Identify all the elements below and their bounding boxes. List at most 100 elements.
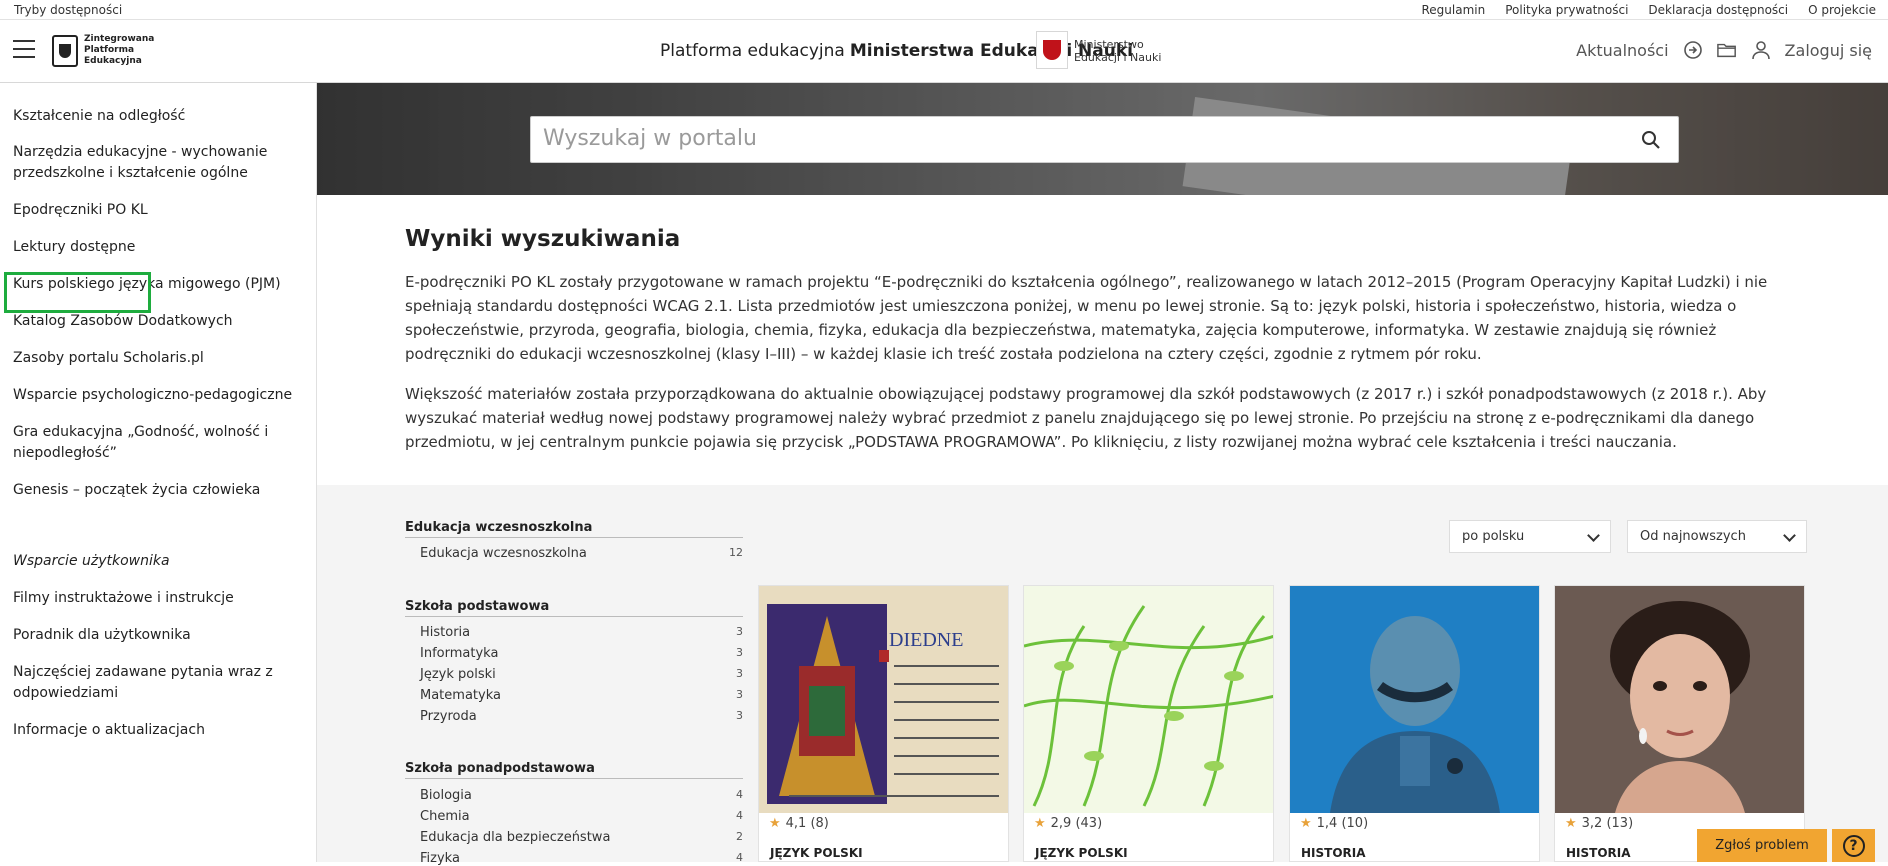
sidebar-item-tutorials[interactable]: Filmy instruktażowe i instrukcje	[13, 588, 293, 609]
top-utility-bar: Tryby dostępności Regulamin Polityka pry…	[0, 0, 1888, 20]
card-image-portrait-woman	[1555, 586, 1804, 813]
platform-title-prefix: Platforma edukacyjna	[660, 41, 845, 61]
report-problem-button[interactable]: Zgłoś problem	[1697, 829, 1827, 862]
filter-heading-secondary-school: Szkoła ponadpodstawowa	[405, 761, 743, 779]
card-image-portrait-officer	[1290, 586, 1539, 813]
filter-item-count: 3	[736, 709, 743, 722]
textbook-card[interactable]: ★ 1,4 (10) HISTORIA	[1289, 585, 1540, 862]
rating-value: 1,4 (10)	[1316, 816, 1369, 831]
textbook-card[interactable]: DIEDNE ★ 4,1 (8) JĘZYK POLSKI	[758, 585, 1009, 862]
chevron-down-icon	[1783, 529, 1796, 542]
card-rating: ★ 1,4 (10)	[1300, 816, 1368, 831]
sort-order-select[interactable]: Od najnowszych	[1627, 520, 1807, 553]
filter-item-label[interactable]: Matematyka	[420, 688, 501, 703]
textbook-card[interactable]: ★ 2,9 (43) JĘZYK POLSKI	[1023, 585, 1274, 862]
svg-text:DIEDNE: DIEDNE	[889, 629, 963, 651]
filter-item-label[interactable]: Fizyka	[420, 851, 460, 866]
filter-item-label[interactable]: Biologia	[420, 788, 472, 803]
filter-item[interactable]: Język polski 3	[420, 667, 743, 682]
language-select-value: po polsku	[1462, 529, 1525, 544]
about-project-link[interactable]: O projekcie	[1808, 3, 1876, 17]
sidebar-item-educational-tools[interactable]: Narzędzia edukacyjne - wychowanie przeds…	[13, 142, 293, 184]
sidebar-item-epodreczniki-pokl[interactable]: Epodręczniki PO KL	[13, 200, 293, 221]
login-link[interactable]: Zaloguj się	[1785, 41, 1872, 60]
card-rating: ★ 3,2 (13)	[1565, 816, 1633, 831]
sidebar-item-additional-resources[interactable]: Katalog Zasobów Dodatkowych	[13, 311, 293, 332]
filter-item[interactable]: Chemia 4	[420, 809, 743, 824]
sidebar-item-remote-learning[interactable]: Kształcenie na odległość	[13, 106, 293, 127]
card-image-green-pattern	[1024, 586, 1273, 813]
filter-item[interactable]: Informatyka 3	[420, 646, 743, 661]
filter-item-label[interactable]: Chemia	[420, 809, 470, 824]
rating-value: 4,1 (8)	[785, 816, 829, 831]
privacy-policy-link[interactable]: Polityka prywatności	[1505, 3, 1628, 17]
filter-item-label[interactable]: Edukacja dla bezpieczeństwa	[420, 830, 610, 845]
filter-item-count: 2	[736, 830, 743, 843]
sidebar-item-genesis[interactable]: Genesis – początek życia człowieka	[13, 480, 293, 501]
filter-item-label[interactable]: Przyroda	[420, 709, 477, 724]
card-image-manuscript: DIEDNE	[759, 586, 1008, 813]
textbook-card[interactable]: ★ 3,2 (13) HISTORIA	[1554, 585, 1805, 862]
portal-search-box[interactable]: Wyszukaj w portalu	[530, 116, 1679, 163]
sidebar-item-faq[interactable]: Najczęściej zadawane pytania wraz z odpo…	[13, 662, 293, 704]
card-rating: ★ 4,1 (8)	[769, 816, 829, 831]
filter-item-count: 12	[729, 546, 743, 559]
card-subject: JĘZYK POLSKI	[1035, 846, 1128, 860]
sidebar-item-user-guide[interactable]: Poradnik dla użytkownika	[13, 625, 293, 646]
rating-value: 3,2 (13)	[1581, 816, 1634, 831]
eagle-emblem-icon	[1036, 31, 1068, 69]
sidebar-item-accessible-readings[interactable]: Lektury dostępne	[13, 237, 293, 258]
filter-item[interactable]: Przyroda 3	[420, 709, 743, 724]
filter-item[interactable]: Edukacja wczesnoszkolna 12	[420, 546, 743, 561]
terms-link[interactable]: Regulamin	[1422, 3, 1486, 17]
shield-logo-icon	[52, 34, 78, 67]
filter-item[interactable]: Historia 3	[420, 625, 743, 640]
search-input[interactable]: Wyszukaj w portalu	[543, 126, 757, 151]
filter-item[interactable]: Fizyka 4	[420, 851, 743, 866]
accessibility-declaration-link[interactable]: Deklaracja dostępności	[1648, 3, 1788, 17]
filter-item-count: 4	[736, 788, 743, 801]
accessibility-modes-link[interactable]: Tryby dostępności	[14, 3, 122, 17]
logo-text: Zintegrowana Platforma Edukacyjna	[84, 34, 155, 66]
sidebar-item-psych-support[interactable]: Wsparcie psychologiczno-pedagogiczne	[13, 385, 293, 406]
menu-icon[interactable]	[13, 38, 35, 60]
zpe-logo[interactable]: Zintegrowana Platforma Edukacyjna	[52, 34, 154, 67]
question-icon: ?	[1842, 834, 1865, 857]
filter-item-count: 3	[736, 625, 743, 638]
selected-item-highlight	[4, 272, 151, 313]
filter-heading-primary-school: Szkoła podstawowa	[405, 599, 743, 617]
description-paragraph-2: Większość materiałów została przyporządk…	[405, 385, 1767, 451]
help-button[interactable]: ?	[1832, 829, 1875, 862]
site-header: Zintegrowana Platforma Edukacyjna Platfo…	[0, 20, 1888, 83]
filter-item-count: 3	[736, 667, 743, 680]
filter-item-count: 4	[736, 809, 743, 822]
chevron-down-icon	[1587, 529, 1600, 542]
filter-item-label[interactable]: Historia	[420, 625, 470, 640]
sidebar-item-updates[interactable]: Informacje o aktualizacjach	[13, 720, 293, 741]
filter-item-count: 3	[736, 688, 743, 701]
ministry-label: Ministerstwo Edukacji i Nauki	[1074, 38, 1162, 64]
filter-item[interactable]: Matematyka 3	[420, 688, 743, 703]
search-icon[interactable]	[1640, 129, 1662, 151]
sign-in-icon[interactable]	[1683, 40, 1703, 60]
filter-item[interactable]: Biologia 4	[420, 788, 743, 803]
description-paragraph-1: E-podręczniki PO KL zostały przygotowane…	[405, 273, 1768, 363]
filter-item-label[interactable]: Informatyka	[420, 646, 498, 661]
filter-item[interactable]: Edukacja dla bezpieczeństwa 2	[420, 830, 743, 845]
sort-order-value: Od najnowszych	[1640, 529, 1746, 544]
sidebar-item-scholaris[interactable]: Zasoby portalu Scholaris.pl	[13, 348, 293, 369]
star-icon: ★	[769, 816, 781, 831]
filter-item-label[interactable]: Język polski	[420, 667, 496, 682]
filter-item-count: 4	[736, 851, 743, 864]
language-select[interactable]: po polsku	[1449, 520, 1611, 553]
star-icon: ★	[1565, 816, 1577, 831]
filter-heading-early-education: Edukacja wczesnoszkolna	[405, 520, 743, 538]
folder-icon[interactable]	[1716, 40, 1737, 60]
filter-item-count: 3	[736, 646, 743, 659]
star-icon: ★	[1034, 816, 1046, 831]
sidebar-item-educational-game[interactable]: Gra edukacyjna „Godność, wolność i niepo…	[13, 422, 293, 464]
filter-item-label[interactable]: Edukacja wczesnoszkolna	[420, 546, 587, 561]
news-link[interactable]: Aktualności	[1576, 41, 1668, 60]
card-rating: ★ 2,9 (43)	[1034, 816, 1102, 831]
user-icon[interactable]	[1751, 40, 1771, 60]
